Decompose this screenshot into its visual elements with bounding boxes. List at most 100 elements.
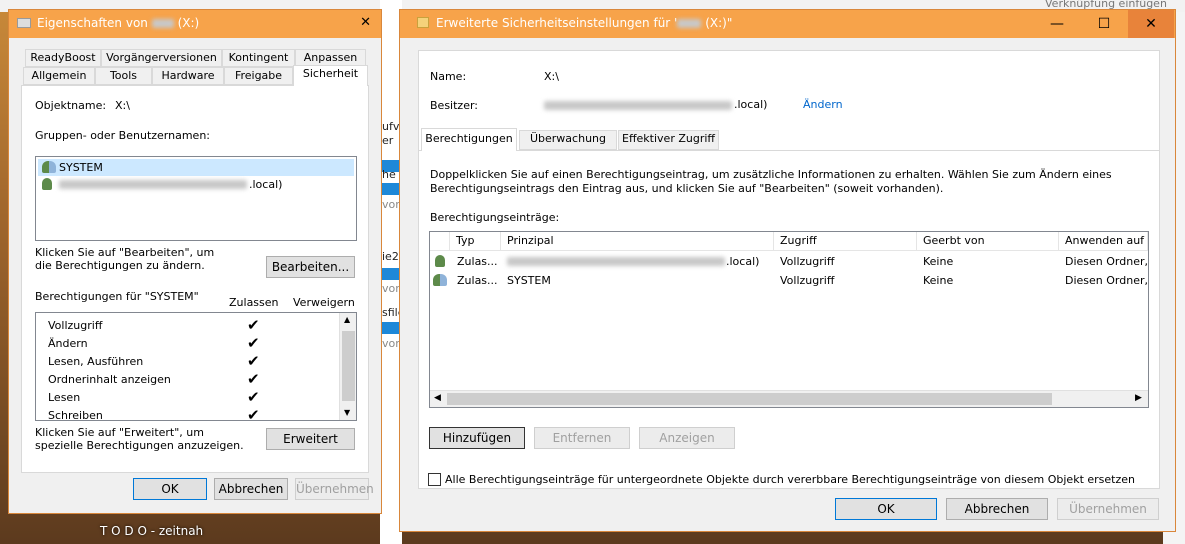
tab-effektiver-zugriff[interactable]: Effektiver Zugriff (618, 130, 719, 150)
allow-check-icon: ✔ (247, 316, 260, 334)
edit-hint: Klicken Sie auf "Bearbeiten", um die Ber… (35, 246, 215, 272)
permission-name: Lesen, Ausführen (48, 355, 144, 368)
replace-checkbox-label[interactable]: Alle Berechtigungseinträge für untergeor… (445, 473, 1135, 486)
maximize-icon[interactable]: ☐ (1081, 10, 1127, 38)
allow-check-icon: ✔ (247, 370, 260, 388)
close-icon[interactable]: ✕ (360, 15, 371, 30)
title-bar[interactable]: Erweiterte Sicherheitseinstellungen für … (400, 10, 1175, 38)
user-list[interactable]: SYSTEM .local) (35, 156, 357, 241)
redacted-principal (507, 257, 725, 266)
group-users-icon (42, 161, 56, 173)
ok-button[interactable]: OK (133, 478, 207, 500)
permissions-list[interactable]: Vollzugriff Ändern Lesen, Ausführen Ordn… (35, 312, 357, 421)
close-icon[interactable]: ✕ (1128, 10, 1174, 38)
permissions-for-label: Berechtigungen für "SYSTEM" (35, 290, 199, 303)
scroll-right-icon[interactable]: ▶ (1135, 393, 1142, 403)
permission-name: Lesen (48, 391, 81, 404)
row-principal: .local) (726, 255, 760, 268)
scroll-down-icon[interactable]: ▼ (344, 408, 350, 417)
tab-freigabe[interactable]: Freigabe (224, 67, 293, 85)
permissions-tab-panel: Doppelklicken Sie auf einen Berechtigung… (419, 150, 1159, 488)
ok-button[interactable]: OK (835, 498, 937, 520)
tab-allgemein[interactable]: Allgemein (23, 67, 95, 85)
row-type: Zulas... (457, 255, 498, 268)
vertical-scrollbar[interactable]: ▲ ▼ (339, 313, 356, 420)
strip-text: ufv (382, 120, 400, 133)
row-applies: Diesen Ordner, U (1065, 255, 1148, 268)
table-row[interactable]: Zulas... .local) Vollzugriff Keine Diese… (430, 252, 1148, 271)
column-header-zugriff[interactable]: Zugriff (774, 232, 917, 250)
deny-column-header: Verweigern (293, 296, 355, 309)
scroll-thumb[interactable] (342, 331, 355, 401)
tab-hardware[interactable]: Hardware (152, 67, 224, 85)
main-panel: Name: X:\ Besitzer: .local) Ändern Berec… (418, 50, 1160, 489)
window-title: Eigenschaften von (X:) (37, 16, 199, 30)
cancel-button[interactable]: Abbrechen (214, 478, 288, 500)
folder-icon (417, 17, 429, 28)
list-item[interactable]: .local) (38, 176, 354, 193)
permission-name: Ändern (48, 337, 88, 350)
row-inherited: Keine (923, 274, 954, 287)
view-button[interactable]: Anzeigen (639, 427, 735, 449)
tab-ueberwachung[interactable]: Überwachung (519, 130, 617, 150)
edit-button[interactable]: Bearbeiten... (266, 256, 355, 278)
replace-checkbox[interactable] (428, 473, 441, 486)
title-bar[interactable]: Eigenschaften von (X:) ✕ (9, 10, 381, 38)
strip-text: vor (382, 337, 400, 350)
name-value: X:\ (544, 70, 559, 83)
row-access: Vollzugriff (780, 274, 835, 287)
properties-dialog: Eigenschaften von (X:) ✕ ReadyBoost Vorg… (8, 9, 382, 514)
column-header-anwenden-auf[interactable]: Anwenden auf (1059, 232, 1148, 250)
object-name-label: Objektname: (35, 99, 107, 112)
tab-berechtigungen[interactable]: Berechtigungen (421, 128, 517, 151)
table-header: Typ Prinzipal Zugriff Geerbt von Anwende… (430, 232, 1148, 251)
row-inherited: Keine (923, 255, 954, 268)
column-header-typ[interactable]: Typ (450, 232, 501, 250)
allow-check-icon: ✔ (247, 388, 260, 406)
cancel-button[interactable]: Abbrechen (946, 498, 1048, 520)
entries-table[interactable]: Typ Prinzipal Zugriff Geerbt von Anwende… (429, 231, 1149, 408)
apply-button[interactable]: Übernehmen (295, 478, 374, 500)
scroll-thumb[interactable] (447, 393, 1052, 405)
permission-name: Ordnerinhalt anzeigen (48, 373, 171, 386)
groups-label: Gruppen- oder Benutzernamen: (35, 129, 211, 142)
tab-vorgaengerversionen[interactable]: Vorgängerversionen (101, 49, 222, 67)
list-item[interactable]: SYSTEM (38, 159, 354, 176)
user-name: SYSTEM (59, 161, 103, 174)
title-suffix: (X:)" (705, 16, 733, 30)
row-applies: Diesen Ordner, U (1065, 274, 1148, 287)
tab-sicherheit[interactable]: Sicherheit (293, 65, 368, 86)
redacted-owner (544, 101, 732, 110)
scroll-left-icon[interactable]: ◀ (434, 393, 441, 403)
minimize-icon[interactable]: — (1034, 10, 1080, 38)
column-header-prinzipal[interactable]: Prinzipal (501, 232, 774, 250)
owner-label: Besitzer: (430, 99, 478, 112)
tab-tools[interactable]: Tools (95, 67, 152, 85)
window-title: Erweiterte Sicherheitseinstellungen für … (436, 16, 732, 30)
allow-check-icon: ✔ (247, 352, 260, 370)
drive-icon (17, 18, 31, 28)
scroll-up-icon[interactable]: ▲ (344, 315, 350, 324)
table-row[interactable]: Zulas... SYSTEM Vollzugriff Keine Diesen… (430, 271, 1148, 290)
title-prefix: Erweiterte Sicherheitseinstellungen für … (436, 16, 678, 30)
remove-button[interactable]: Entfernen (534, 427, 630, 449)
allow-check-icon: ✔ (247, 406, 260, 421)
row-type: Zulas... (457, 274, 498, 287)
row-principal: SYSTEM (507, 274, 551, 287)
advanced-button[interactable]: Erweitert (266, 428, 355, 450)
title-suffix: (X:) (177, 16, 200, 30)
tab-readyboost[interactable]: ReadyBoost (25, 49, 101, 67)
security-panel: Objektname: X:\ Gruppen- oder Benutzerna… (21, 85, 369, 473)
tab-kontingent[interactable]: Kontingent (222, 49, 295, 67)
change-owner-link[interactable]: Ändern (803, 98, 843, 111)
column-header-icon[interactable] (430, 232, 450, 250)
advanced-hint: Klicken Sie auf "Erweitert", um speziell… (35, 426, 244, 452)
info-text: Doppelklicken Sie auf einen Berechtigung… (430, 168, 1112, 195)
apply-button[interactable]: Übernehmen (1057, 498, 1159, 520)
column-header-geerbt-von[interactable]: Geerbt von (917, 232, 1059, 250)
owner-value: .local) (734, 98, 768, 111)
add-button[interactable]: Hinzufügen (429, 427, 525, 449)
user-name: .local) (249, 178, 283, 191)
horizontal-scrollbar[interactable]: ◀ ▶ (430, 390, 1148, 407)
allow-column-header: Zulassen (229, 296, 279, 309)
